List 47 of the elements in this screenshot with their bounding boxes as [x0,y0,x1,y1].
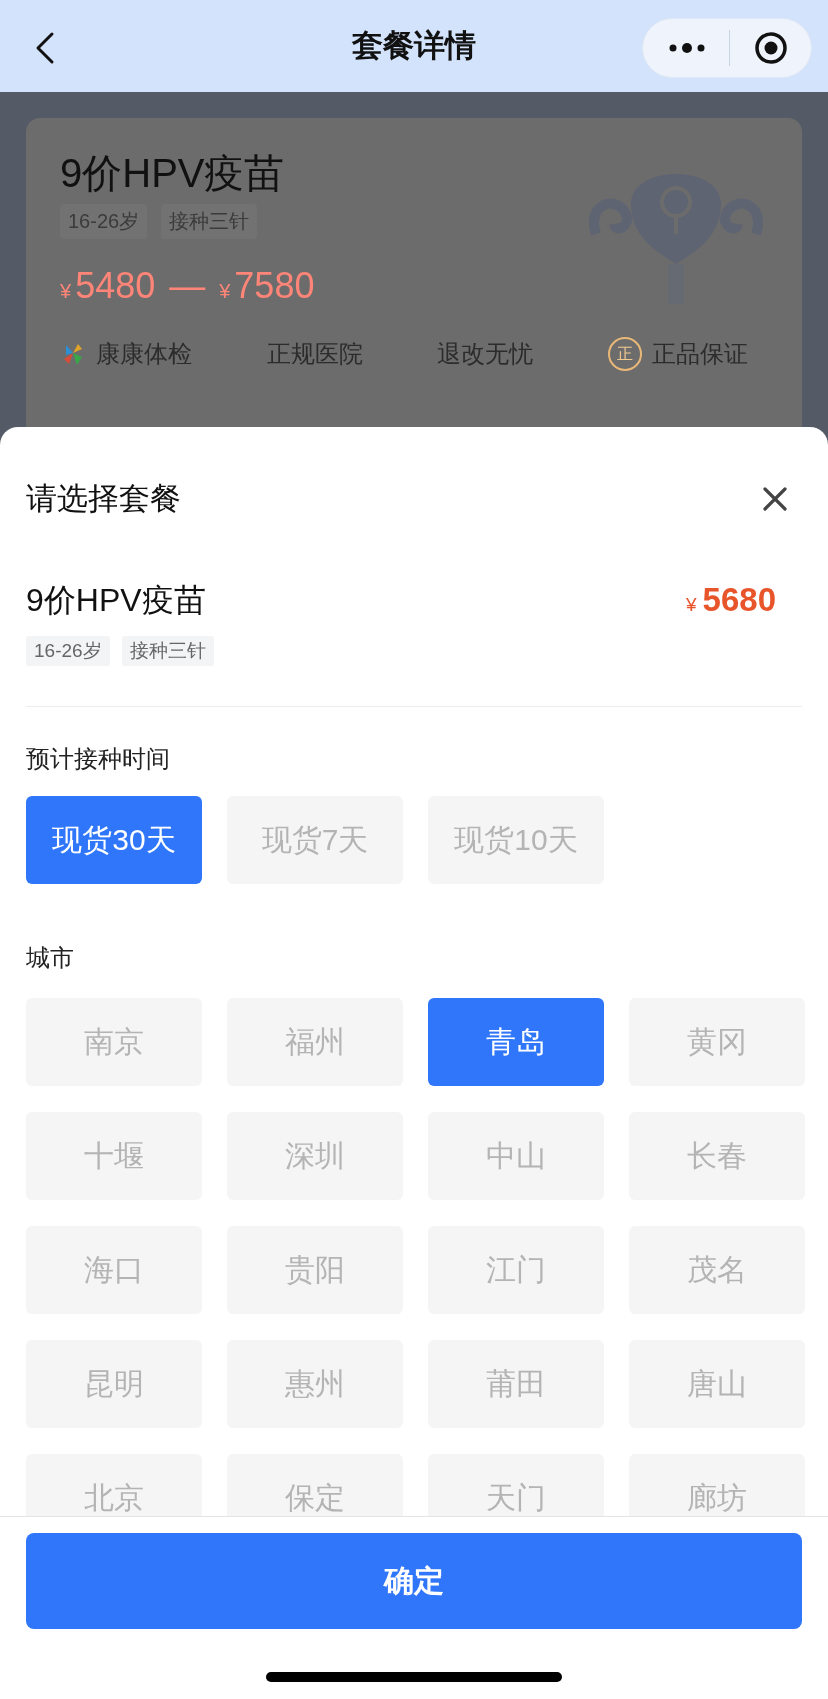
option-button[interactable]: 昆明 [26,1340,202,1428]
page-title: 套餐详情 [351,27,477,65]
more-icon[interactable] [669,41,705,55]
option-button[interactable]: 中山 [428,1112,604,1200]
confirm-button[interactable]: 确定 [26,1533,802,1629]
option-button[interactable]: 南京 [26,998,202,1086]
option-button[interactable]: 贵阳 [227,1226,403,1314]
section-label: 城市 [26,943,75,973]
section-label: 预计接种时间 [26,744,171,774]
option-button[interactable]: 保定 [227,1454,403,1516]
option-button[interactable]: 天门 [428,1454,604,1516]
option-button[interactable]: 深圳 [227,1112,403,1200]
feature-label: 康康体检 [96,339,192,369]
option-button[interactable]: 福州 [227,998,403,1086]
option-button[interactable]: 廊坊 [629,1454,805,1516]
option-button[interactable]: 北京 [26,1454,202,1516]
range-dash: — [169,265,206,307]
package-name: 9价HPV疫苗 [26,581,206,620]
package-price: 5680 [702,581,776,619]
option-button[interactable]: 惠州 [227,1340,403,1428]
option-button[interactable]: 现货7天 [227,796,403,884]
seal-icon: 正 [607,337,642,371]
option-button[interactable]: 长春 [629,1112,805,1200]
option-button[interactable]: 现货30天 [26,796,202,884]
currency-sign: ¥ [686,594,697,616]
close-app-icon[interactable] [754,31,788,65]
price-high: 7580 [234,265,315,307]
option-button[interactable]: 唐山 [629,1340,805,1428]
option-button[interactable]: 青岛 [428,998,604,1086]
feature-label: 退改无忧 [437,339,534,369]
option-button[interactable]: 十堰 [26,1112,202,1200]
option-button[interactable]: 江门 [428,1226,604,1314]
tag: 接种三针 [121,636,214,666]
option-button[interactable]: 海口 [26,1226,202,1314]
product-name: 9价HPV疫苗 [60,150,286,197]
option-button[interactable]: 莆田 [428,1340,604,1428]
currency-sign: ¥ [60,280,72,303]
price-low: 5480 [75,265,156,307]
feature-label: 正规医院 [266,339,363,369]
option-button[interactable]: 黄冈 [629,998,805,1086]
option-button[interactable]: 茂名 [629,1226,805,1314]
tag: 16-26岁 [26,636,110,666]
sheet-title: 请选择套餐 [26,480,181,518]
option-button[interactable]: 现货10天 [428,796,604,884]
feature-label: 正品保证 [651,339,748,369]
close-icon[interactable] [762,486,788,512]
currency-sign: ¥ [219,280,231,303]
